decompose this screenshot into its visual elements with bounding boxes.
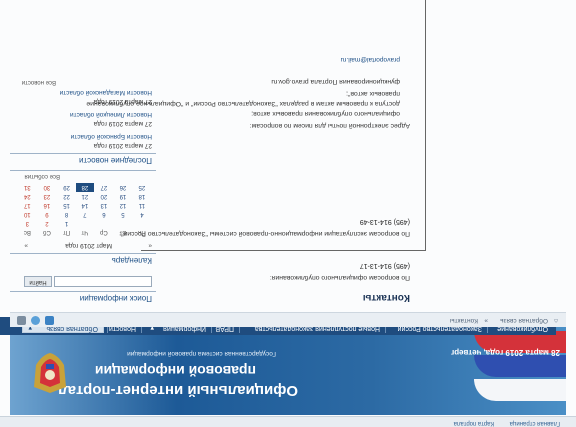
header-subtitle: Государственная система правовой информа… bbox=[127, 350, 276, 357]
calendar-day[interactable]: 12 bbox=[114, 201, 132, 210]
calendar-day[interactable]: 9 bbox=[37, 210, 58, 219]
site-title[interactable]: Официальный интернет-портал bbox=[58, 382, 298, 399]
breadcrumb-item-contacts: Контакты bbox=[449, 317, 478, 324]
calendar-day[interactable]: 6 bbox=[94, 210, 114, 219]
calendar-day[interactable]: 15 bbox=[57, 201, 76, 210]
calendar-month: Март 2019 года bbox=[65, 242, 112, 249]
calendar-day[interactable]: 26 bbox=[114, 183, 132, 192]
breadcrumb-home-icon[interactable]: ⌂ bbox=[554, 317, 558, 324]
calendar-week: 4 5 6 7 8 9 10 bbox=[18, 210, 152, 219]
all-events-link[interactable]: Все события bbox=[24, 173, 60, 179]
accessibility-icon[interactable] bbox=[45, 316, 54, 325]
settings-icon[interactable] bbox=[31, 316, 40, 325]
calendar-week: 18 19 20 21 22 23 24 bbox=[18, 192, 152, 201]
calendar-day[interactable]: 14 bbox=[76, 201, 94, 210]
menu-icon[interactable] bbox=[17, 316, 26, 325]
calendar-day[interactable]: 29 bbox=[57, 183, 76, 192]
calendar-day[interactable]: 21 bbox=[76, 192, 94, 201]
calendar-day[interactable]: 8 bbox=[57, 210, 76, 219]
sidebar: Поиск информации Найти Календарь « Март … bbox=[10, 7, 156, 307]
calendar-day[interactable]: 3 bbox=[18, 219, 37, 228]
calendar-day[interactable]: 10 bbox=[18, 210, 37, 219]
portal-header: 28 марта 2019 года, четверг Государствен… bbox=[0, 317, 566, 415]
breadcrumb: ⌂ Обратная связь » Контакты bbox=[10, 312, 566, 327]
calendar-week: 11 12 13 14 15 16 17 bbox=[18, 201, 152, 210]
calendar-week: 25 26 27 28 29 30 31 bbox=[18, 183, 152, 192]
calendar-day[interactable] bbox=[76, 219, 94, 228]
search-button[interactable]: Найти bbox=[24, 276, 52, 287]
calendar-weekdays: Пн Вт Ср Чт Пт Сб Вс bbox=[18, 228, 152, 237]
calendar-day[interactable]: 17 bbox=[18, 201, 37, 210]
weekday: Пт bbox=[63, 229, 71, 236]
search-heading: Поиск информации bbox=[79, 294, 152, 303]
news-link[interactable]: Новости Липецкой области bbox=[70, 111, 152, 118]
breadcrumb-separator: » bbox=[484, 317, 488, 324]
weekday: Чт bbox=[81, 229, 89, 236]
calendar-week: 1 2 3 bbox=[18, 219, 152, 228]
calendar-day-selected[interactable]: 28 bbox=[75, 183, 94, 192]
calendar-grid: Пн Вт Ср Чт Пт Сб Вс 1 2 3 4 5 6 7 8 9 1… bbox=[18, 183, 152, 237]
site-title-line2[interactable]: правовой информации bbox=[95, 363, 256, 379]
calendar-day[interactable] bbox=[94, 219, 114, 228]
news-link[interactable]: Новости Магаданской области bbox=[60, 89, 152, 96]
calendar-day[interactable]: 27 bbox=[94, 183, 114, 192]
highlight-frame bbox=[141, 0, 426, 251]
calendar-heading: Календарь bbox=[111, 256, 152, 265]
weekday: Ср bbox=[100, 229, 108, 236]
calendar-day[interactable]: 20 bbox=[94, 192, 114, 201]
calendar-day[interactable] bbox=[114, 219, 132, 228]
contact-label-publication: По вопросам официального опубликования: bbox=[269, 274, 410, 281]
weekday: Сб bbox=[43, 229, 51, 236]
calendar-next-icon[interactable]: » bbox=[24, 242, 28, 249]
weekday: Вс bbox=[23, 229, 31, 236]
news-link[interactable]: Новости Брянской области bbox=[71, 133, 152, 140]
calendar-day[interactable]: 19 bbox=[114, 192, 132, 201]
search-input[interactable] bbox=[54, 276, 152, 287]
photographed-screen: Главная страница Карта портала 28 марта … bbox=[0, 0, 576, 427]
utility-strip: Главная страница Карта портала bbox=[0, 416, 576, 427]
current-date: 28 марта 2019 года, четверг bbox=[450, 348, 560, 357]
home-link[interactable]: Главная страница bbox=[510, 420, 560, 426]
calendar-day[interactable]: 30 bbox=[37, 183, 58, 192]
calendar-day[interactable]: 23 bbox=[37, 192, 58, 201]
russian-flag-wave bbox=[474, 327, 566, 403]
contact-phone-publication: (495) 914-13-17 bbox=[359, 262, 410, 269]
sitemap-link[interactable]: Карта портала bbox=[454, 420, 494, 426]
calendar-day[interactable]: 5 bbox=[114, 210, 132, 219]
calendar-day[interactable]: 13 bbox=[94, 201, 114, 210]
calendar-day[interactable]: 1 bbox=[57, 219, 76, 228]
page-title: Контакты bbox=[362, 292, 410, 303]
calendar-day[interactable]: 24 bbox=[18, 192, 37, 201]
calendar-day[interactable]: 16 bbox=[37, 201, 58, 210]
breadcrumb-item-feedback[interactable]: Обратная связь bbox=[500, 317, 548, 324]
calendar-day[interactable]: 2 bbox=[37, 219, 58, 228]
coat-of-arms-icon bbox=[34, 353, 66, 393]
calendar-day[interactable]: 22 bbox=[57, 192, 76, 201]
all-news-link[interactable]: Все новости bbox=[22, 79, 56, 85]
calendar-day[interactable]: 7 bbox=[76, 210, 94, 219]
weekday: Вт bbox=[119, 229, 127, 236]
calendar-day[interactable]: 31 bbox=[18, 183, 37, 192]
